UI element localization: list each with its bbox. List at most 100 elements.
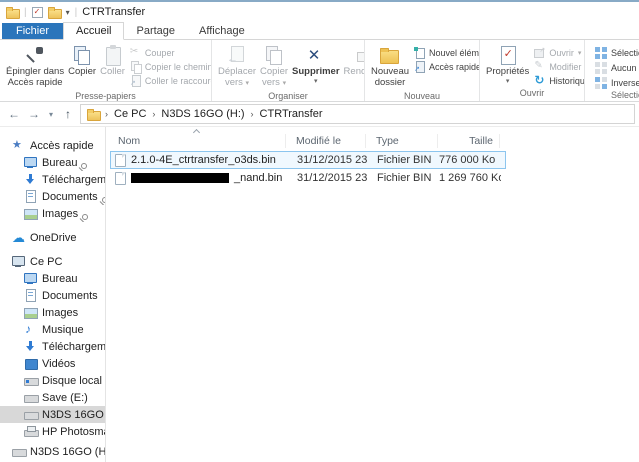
quick-access-button[interactable]: Accès rapide ▾ <box>414 61 480 72</box>
recent-locations-icon[interactable]: ▾ <box>46 110 56 119</box>
sidebar-item-label: Bureau <box>42 157 77 169</box>
sidebar-item-label: Images <box>42 208 78 220</box>
sidebar-item-label: HP Photosmart Pre <box>42 426 105 438</box>
qat-properties-icon[interactable] <box>32 7 43 18</box>
sidebar-item-label: Bureau <box>42 273 77 285</box>
sidebar-item-label: N3DS 16GO (H:) <box>42 409 105 421</box>
sidebar-item-hp-photosmart-pre[interactable]: HP Photosmart Pre <box>0 423 105 440</box>
file-size: 1 269 760 Ko <box>439 172 501 184</box>
address-box[interactable]: ›Ce PC›N3DS 16GO (H:)›CTRTransfer <box>80 104 635 124</box>
new-folder-button[interactable]: Nouveau dossier <box>369 43 411 90</box>
sidebar-item-t-l-chargements[interactable]: Téléchargements <box>0 338 105 355</box>
tab-accueil[interactable]: Accueil <box>63 22 124 40</box>
select-all-button[interactable]: Sélectionner tout <box>595 47 639 59</box>
copy-path-icon <box>130 61 141 72</box>
file-row[interactable]: 2.1.0-4E_ctrtransfer_o3ds.bin31/12/2015 … <box>110 151 506 169</box>
breadcrumb-item[interactable]: N3DS 16GO (H:) <box>161 108 244 120</box>
navigation-pane: Accès rapide Bureau Téléchargements Documen… <box>0 127 106 462</box>
select-all-icon <box>595 47 607 59</box>
download-icon <box>24 173 37 186</box>
invert-selection-button[interactable]: Inverser la sélection <box>595 77 639 89</box>
qat-new-folder-icon[interactable] <box>48 6 61 19</box>
sidebar-item-vid-os[interactable]: Vidéos <box>0 355 105 372</box>
open-icon <box>534 47 545 58</box>
ribbon-group-select: Sélectionner tout Aucun Inverser la séle… <box>585 40 639 101</box>
sidebar-item-documents[interactable]: Documents <box>0 287 105 304</box>
rename-icon <box>357 46 365 64</box>
tab-partage[interactable]: Partage <box>124 23 187 39</box>
ribbon: Épingler dans Accès rapide Copier Coller… <box>0 40 639 102</box>
history-button[interactable]: Historique <box>534 75 585 86</box>
file-row[interactable]: _nand.bin31/12/2015 23:00Fichier BIN1 26… <box>110 169 506 187</box>
up-button[interactable]: ↑ <box>60 107 76 121</box>
ribbon-group-open: Propriétés ▾ Ouvrir ▾ Modifier <box>480 40 585 101</box>
sidebar-item-disque-local-c-[interactable]: Disque local (C:) <box>0 372 105 389</box>
sidebar-item-bureau[interactable]: Bureau <box>0 270 105 287</box>
window-title: CTRTransfer <box>82 6 145 18</box>
open-button[interactable]: Ouvrir ▾ <box>534 47 585 58</box>
column-header-modified[interactable]: Modifié le <box>286 134 366 148</box>
column-header-type[interactable]: Type <box>366 134 438 148</box>
tab-affichage[interactable]: Affichage <box>187 23 257 39</box>
pin-to-quick-access-button[interactable]: Épingler dans Accès rapide <box>4 43 66 90</box>
page-icon <box>115 154 126 167</box>
copy-icon <box>72 45 92 65</box>
file-modified: 31/12/2015 23:00 <box>287 172 367 184</box>
sidebar-item-n3ds-16go-h-[interactable]: N3DS 16GO (H:) <box>0 406 105 423</box>
drive-icon <box>12 445 25 458</box>
sidebar-item-label: Documents <box>42 191 98 203</box>
sidebar-item-musique[interactable]: Musique <box>0 321 105 338</box>
cut-button[interactable]: Couper <box>130 47 212 58</box>
column-headers: Nom Modifié le Type Taille <box>106 131 639 151</box>
copy-button[interactable]: Copier <box>66 43 98 79</box>
new-item-icon <box>414 47 425 58</box>
invert-selection-icon <box>595 77 607 89</box>
file-list-pane[interactable]: Nom Modifié le Type Taille 2.1.0-4E_ctrt… <box>106 127 639 462</box>
sidebar-item-acc-s-rapide[interactable]: Accès rapide <box>0 137 105 154</box>
drive-os-icon <box>24 374 37 387</box>
paste-button[interactable]: Coller <box>98 43 127 79</box>
sidebar-item-n3ds-16go-h-[interactable]: N3DS 16GO (H:) <box>0 443 105 460</box>
sidebar-item-onedrive[interactable]: OneDrive <box>0 229 105 246</box>
properties-button[interactable]: Propriétés ▾ <box>484 43 531 87</box>
rename-button[interactable]: Renommer <box>342 43 365 79</box>
new-item-button[interactable]: Nouvel élément ▾ <box>414 47 480 58</box>
sidebar-item-images[interactable]: Images <box>0 205 105 222</box>
back-button[interactable]: ← <box>6 107 22 121</box>
sidebar-item-label: Documents <box>42 290 98 302</box>
tab-fichier[interactable]: Fichier <box>2 23 63 39</box>
sidebar-item-images[interactable]: Images <box>0 304 105 321</box>
move-to-button[interactable]: Déplacer vers ▾ <box>216 43 258 90</box>
file-type: Fichier BIN <box>367 172 439 184</box>
pin-icon <box>25 45 45 65</box>
window-folder-icon <box>6 6 19 19</box>
sidebar-item-label: Musique <box>42 324 84 336</box>
breadcrumb-item[interactable]: Ce PC <box>114 108 146 120</box>
sidebar-item-documents[interactable]: Documents <box>0 188 105 205</box>
paste-shortcut-button[interactable]: Coller le raccourci <box>130 75 212 86</box>
select-none-icon <box>595 62 607 74</box>
sidebar-item-ce-pc[interactable]: Ce PC <box>0 253 105 270</box>
paste-icon <box>104 45 122 65</box>
address-bar: ← → ▾ ↑ ›Ce PC›N3DS 16GO (H:)›CTRTransfe… <box>0 102 639 127</box>
delete-button[interactable]: Supprimer ▾ <box>290 43 342 87</box>
column-header-size[interactable]: Taille <box>438 134 500 148</box>
pictures-icon <box>24 306 37 319</box>
sidebar-item-bureau[interactable]: Bureau <box>0 154 105 171</box>
copy-to-button[interactable]: Copier vers ▾ <box>258 43 290 90</box>
breadcrumb-item[interactable]: CTRTransfer <box>260 108 323 120</box>
select-none-button[interactable]: Aucun <box>595 62 639 74</box>
edit-button[interactable]: Modifier <box>534 61 585 72</box>
qat-customize-icon[interactable]: ▾ <box>66 8 70 17</box>
copy-path-button[interactable]: Copier le chemin d'accès <box>130 61 212 72</box>
music-icon <box>24 323 37 336</box>
ribbon-tab-bar: Fichier Accueil Partage Affichage <box>0 22 639 40</box>
forward-button[interactable]: → <box>26 107 42 121</box>
edit-icon <box>534 61 545 72</box>
sidebar-item-t-l-chargements[interactable]: Téléchargements <box>0 171 105 188</box>
breadcrumb: ›Ce PC›N3DS 16GO (H:)›CTRTransfer <box>105 108 323 120</box>
properties-icon <box>499 45 517 65</box>
sidebar-item-save-e-[interactable]: Save (E:) <box>0 389 105 406</box>
desktop-icon <box>24 156 37 169</box>
document-icon <box>24 190 37 203</box>
